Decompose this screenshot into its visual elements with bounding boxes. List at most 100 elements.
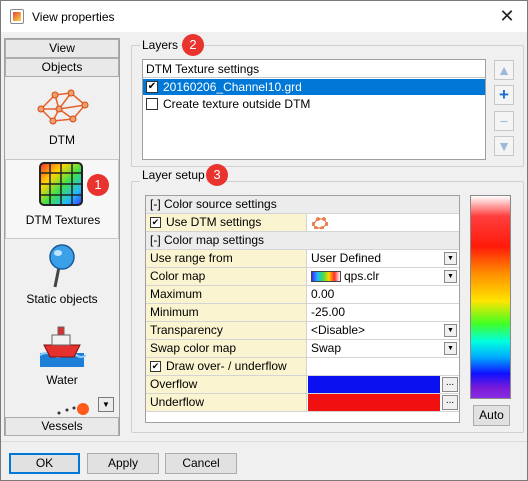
dtm-textures-icon bbox=[39, 162, 83, 206]
move-layer-up-button[interactable]: ▲ bbox=[494, 60, 514, 80]
transparency-row: Transparency <Disable> ▼ bbox=[146, 322, 459, 340]
remove-layer-button[interactable]: − bbox=[494, 111, 514, 131]
property-label: Use range from bbox=[146, 250, 307, 267]
layer-name: 20160206_Channel10.grd bbox=[163, 80, 302, 94]
use-range-from-select[interactable]: User Defined ▼ bbox=[308, 250, 459, 267]
select-value: User Defined bbox=[311, 251, 382, 265]
underflow-color-value[interactable]: ... bbox=[308, 394, 459, 411]
list-scroll-down-button[interactable]: ▼ bbox=[98, 397, 114, 412]
water-icon bbox=[39, 326, 86, 367]
overflow-color-value[interactable]: ... bbox=[308, 376, 459, 393]
property-label: Draw over- / underflow bbox=[166, 359, 287, 373]
callout-badge: 2 bbox=[182, 34, 204, 56]
layer-checkbox[interactable] bbox=[146, 98, 158, 110]
list-item-label: Static objects bbox=[26, 292, 98, 306]
window-title: View properties bbox=[32, 10, 115, 24]
objects-list: DTM DTM Textures Static objects Water bbox=[5, 79, 119, 417]
view-category-button[interactable]: View bbox=[5, 39, 119, 58]
select-value: Swap bbox=[311, 341, 342, 355]
draw-overflow-value bbox=[308, 358, 459, 375]
property-label: Maximum bbox=[146, 286, 307, 303]
section-color-source[interactable]: [-] Color source settings bbox=[146, 196, 459, 214]
layer-row-texture-outside[interactable]: Create texture outside DTM bbox=[143, 96, 485, 112]
vessel-item-icon bbox=[57, 403, 89, 415]
colormap-swatch-icon bbox=[311, 271, 341, 282]
layer-row-channel10[interactable]: ✔ 20160206_Channel10.grd bbox=[143, 79, 485, 95]
layer-setup-group-title: Layer setup bbox=[140, 168, 207, 182]
layers-list-header: DTM Texture settings bbox=[143, 60, 485, 78]
swap-color-map-row: Swap color map Swap ▼ bbox=[146, 340, 459, 358]
vessels-category-button[interactable]: Vessels bbox=[5, 417, 119, 436]
list-item-label: DTM Textures bbox=[25, 213, 101, 227]
overflow-color-row: Overflow ... bbox=[146, 376, 459, 394]
property-label: Minimum bbox=[146, 304, 307, 321]
underflow-color-swatch bbox=[308, 394, 440, 411]
overflow-color-swatch bbox=[308, 376, 440, 393]
section-label: [-] Color map settings bbox=[146, 232, 459, 249]
overflow-color-picker-button[interactable]: ... bbox=[442, 377, 458, 392]
chevron-down-icon[interactable]: ▼ bbox=[444, 270, 457, 283]
callout-badge: 3 bbox=[206, 164, 228, 186]
list-item-label: DTM bbox=[49, 133, 75, 147]
dtm-grid-icon bbox=[312, 217, 328, 229]
objects-category-button[interactable]: Objects bbox=[5, 58, 119, 77]
use-range-from-row: Use range from User Defined ▼ bbox=[146, 250, 459, 268]
list-item-label: Water bbox=[46, 373, 78, 387]
move-layer-down-button[interactable]: ▼ bbox=[494, 136, 514, 156]
auto-button[interactable]: Auto bbox=[473, 405, 510, 426]
layers-group-title: Layers bbox=[140, 38, 181, 52]
select-value: <Disable> bbox=[311, 323, 366, 337]
layers-list: DTM Texture settings ✔ 20160206_Channel1… bbox=[142, 59, 486, 160]
cancel-button[interactable]: Cancel bbox=[165, 453, 237, 474]
footer-separator bbox=[1, 441, 527, 442]
draw-overflow-label: ✔ Draw over- / underflow bbox=[146, 358, 307, 375]
section-color-map[interactable]: [-] Color map settings bbox=[146, 232, 459, 250]
list-item-water[interactable]: Water bbox=[5, 319, 119, 399]
category-panel: View Objects DTM DTM Textures Static obj… bbox=[4, 38, 120, 436]
layer-name: Create texture outside DTM bbox=[163, 97, 311, 111]
underflow-color-row: Underflow ... bbox=[146, 394, 459, 412]
use-dtm-settings-checkbox[interactable]: ✔ bbox=[150, 217, 161, 228]
underflow-color-picker-button[interactable]: ... bbox=[442, 395, 458, 410]
use-dtm-settings-value bbox=[308, 214, 459, 231]
property-label: Underflow bbox=[146, 394, 307, 411]
select-value: qps.clr bbox=[344, 269, 380, 283]
list-item-dtm[interactable]: DTM bbox=[5, 79, 119, 159]
draw-overflow-row: ✔ Draw over- / underflow bbox=[146, 358, 459, 376]
ok-button[interactable]: OK bbox=[9, 453, 80, 474]
swap-color-map-select[interactable]: Swap ▼ bbox=[308, 340, 459, 357]
add-layer-button[interactable]: + bbox=[494, 85, 514, 105]
color-map-select[interactable]: qps.clr ▼ bbox=[308, 268, 459, 285]
minimum-row: Minimum -25.00 bbox=[146, 304, 459, 322]
maximum-row: Maximum 0.00 bbox=[146, 286, 459, 304]
chevron-down-icon[interactable]: ▼ bbox=[444, 324, 457, 337]
title-bar: View properties ✕ bbox=[1, 1, 527, 32]
property-label: Overflow bbox=[146, 376, 307, 393]
property-label: Color map bbox=[146, 268, 307, 285]
use-dtm-settings-row: ✔ Use DTM settings bbox=[146, 214, 459, 232]
chevron-down-icon[interactable]: ▼ bbox=[444, 252, 457, 265]
property-label: Use DTM settings bbox=[166, 215, 262, 229]
list-item-static-objects[interactable]: Static objects bbox=[5, 239, 119, 319]
color-map-row: Color map qps.clr ▼ bbox=[146, 268, 459, 286]
apply-button[interactable]: Apply bbox=[87, 453, 159, 474]
property-label: Swap color map bbox=[146, 340, 307, 357]
property-label: Transparency bbox=[146, 322, 307, 339]
use-dtm-settings-label: ✔ Use DTM settings bbox=[146, 214, 307, 231]
list-item-dtm-textures[interactable]: DTM Textures bbox=[5, 159, 119, 239]
color-map-legend-bar bbox=[470, 195, 511, 399]
callout-badge: 1 bbox=[87, 174, 109, 196]
static-objects-icon bbox=[49, 244, 75, 288]
transparency-select[interactable]: <Disable> ▼ bbox=[308, 322, 459, 339]
app-icon bbox=[10, 9, 24, 24]
section-label: [-] Color source settings bbox=[146, 196, 459, 213]
layer-checkbox[interactable]: ✔ bbox=[146, 81, 158, 93]
close-icon[interactable]: ✕ bbox=[497, 6, 517, 26]
draw-overflow-checkbox[interactable]: ✔ bbox=[150, 361, 161, 372]
dtm-icon bbox=[37, 89, 89, 125]
chevron-down-icon[interactable]: ▼ bbox=[444, 342, 457, 355]
layer-property-grid: [-] Color source settings ✔ Use DTM sett… bbox=[145, 195, 460, 423]
view-properties-dialog: View properties ✕ View Objects DTM DTM T… bbox=[0, 0, 528, 481]
minimum-input[interactable]: -25.00 bbox=[308, 304, 459, 321]
maximum-input[interactable]: 0.00 bbox=[308, 286, 459, 303]
